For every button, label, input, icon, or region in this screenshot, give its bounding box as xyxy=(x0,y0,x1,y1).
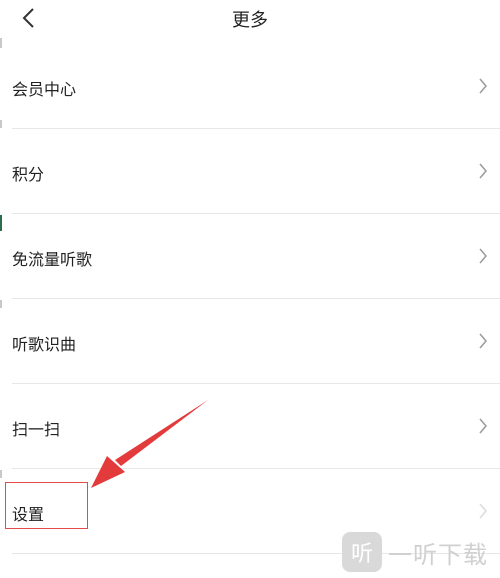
watermark-text: 一听下载 xyxy=(388,540,488,569)
menu-item-scan[interactable]: 扫一扫 xyxy=(0,384,500,469)
menu-item-song-recognition[interactable]: 听歌识曲 xyxy=(0,299,500,384)
menu-item-label: 听歌识曲 xyxy=(12,335,77,354)
chevron-right-icon xyxy=(479,418,487,434)
menu-item-label: 免流量听歌 xyxy=(12,250,93,269)
chevron-right-icon xyxy=(479,78,487,94)
chevron-right-icon xyxy=(479,163,487,179)
menu-item-vip-center[interactable]: 会员中心 xyxy=(0,44,500,129)
annotation-arrow-icon xyxy=(91,400,208,488)
chevron-right-icon xyxy=(479,333,487,349)
menu-item-free-data-listening[interactable]: 免流量听歌 xyxy=(0,214,500,299)
menu-item-label: 积分 xyxy=(12,165,45,184)
top-bar: 更多 xyxy=(0,0,500,36)
menu-item-label: 扫一扫 xyxy=(12,420,61,439)
watermark: 听 一听下载 xyxy=(340,530,500,574)
chevron-right-icon xyxy=(479,503,487,519)
more-menu-list: 会员中心 积分 免流量听歌 听歌识曲 扫一扫 设置 xyxy=(0,44,500,554)
watermark-logo: 听 xyxy=(342,532,382,572)
menu-item-points[interactable]: 积分 xyxy=(0,129,500,214)
menu-item-label: 会员中心 xyxy=(12,80,77,99)
chevron-right-icon xyxy=(479,248,487,264)
settings-highlight-box xyxy=(5,482,88,529)
page-title: 更多 xyxy=(232,10,268,31)
